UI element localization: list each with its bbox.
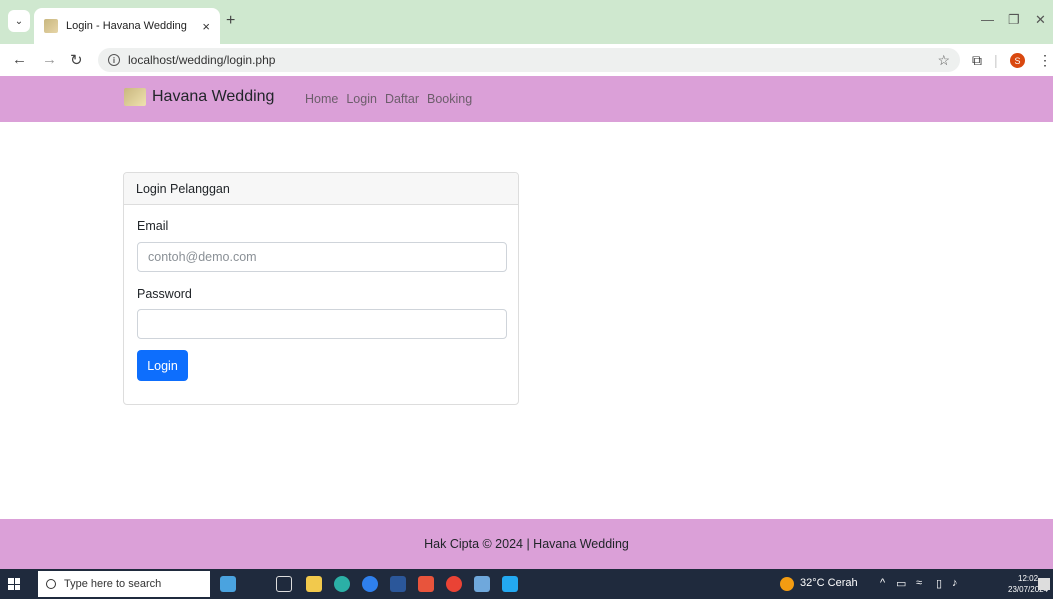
notification-icon[interactable] [1038, 578, 1050, 590]
app-icon[interactable] [474, 576, 490, 592]
nav-link-login[interactable]: Login [346, 92, 377, 106]
file-explorer-icon[interactable] [306, 576, 322, 592]
os-taskbar: Type here to search 32°C Cerah ^ ▭ ≈ ▯ ♪… [0, 569, 1053, 599]
tab-search-dropdown-icon[interactable]: ⌄ [8, 10, 30, 32]
taskbar-search[interactable]: Type here to search [38, 571, 210, 597]
address-bar[interactable]: i localhost/wedding/login.php ☆ [98, 48, 960, 72]
favicon-icon [44, 19, 58, 33]
site-info-icon[interactable]: i [108, 54, 120, 66]
restore-icon[interactable]: ❐ [1008, 12, 1020, 28]
email-label: Email [137, 219, 169, 233]
search-icon [46, 579, 56, 589]
browser-app-icon[interactable] [362, 576, 378, 592]
wifi-icon[interactable]: ≈ [916, 577, 922, 589]
back-icon[interactable]: ← [12, 51, 27, 68]
browser-tab[interactable]: Login - Havana Wedding × [34, 8, 220, 44]
tray-overflow-icon[interactable]: ^ [880, 577, 885, 589]
brand-logo-icon [124, 88, 146, 106]
edge-icon[interactable] [334, 576, 350, 592]
battery-icon[interactable]: ▯ [936, 577, 942, 590]
extensions-icon[interactable]: ⧉ [972, 52, 982, 69]
chrome-icon[interactable] [446, 576, 462, 592]
brand-name: Havana Wedding [152, 88, 275, 105]
word-icon[interactable] [390, 576, 406, 592]
tab-close-icon[interactable]: × [202, 19, 210, 34]
tab-title: Login - Havana Wedding [66, 20, 187, 32]
close-window-icon[interactable]: ✕ [1035, 12, 1046, 28]
password-label: Password [137, 287, 192, 301]
brand[interactable]: Havana Wedding [124, 88, 274, 106]
login-card: Login Pelanggan Email Password Login [123, 172, 519, 405]
windows-start-icon[interactable] [8, 578, 20, 590]
minimize-icon[interactable]: — [981, 12, 994, 27]
site-footer: Hak Cipta © 2024 | Havana Wedding [0, 519, 1053, 569]
nav-link-home[interactable]: Home [305, 92, 338, 106]
xampp-icon[interactable] [418, 576, 434, 592]
menu-icon[interactable]: ⋮ [1038, 52, 1052, 69]
weather-text[interactable]: 32°C Cerah [800, 577, 858, 589]
nav-link-daftar[interactable]: Daftar [385, 92, 419, 106]
url-text: localhost/wedding/login.php [128, 53, 276, 67]
password-field[interactable] [137, 309, 507, 339]
browser-toolbar: ← → ↻ i localhost/wedding/login.php ☆ ⧉ … [0, 44, 1053, 76]
login-button[interactable]: Login [137, 350, 188, 381]
search-placeholder: Type here to search [64, 578, 162, 590]
forward-icon[interactable]: → [42, 51, 57, 68]
email-field[interactable] [137, 242, 507, 272]
network-icon[interactable]: ▭ [896, 577, 906, 590]
site-navbar: Havana Wedding Home Login Daftar Booking [0, 76, 1053, 122]
browser-tab-bar: ⌄ Login - Havana Wedding × + — ❐ ✕ [0, 0, 1053, 44]
vscode-icon[interactable] [502, 576, 518, 592]
weather-icon[interactable] [780, 577, 794, 591]
volume-icon[interactable]: ♪ [952, 577, 958, 589]
footer-text: Hak Cipta © 2024 | Havana Wedding [424, 537, 629, 551]
nav-links: Home Login Daftar Booking [305, 92, 472, 106]
card-header: Login Pelanggan [124, 173, 518, 205]
profile-avatar[interactable]: S [1010, 53, 1025, 68]
task-view-icon[interactable] [276, 576, 292, 592]
toolbar-divider: | [994, 52, 998, 68]
nav-link-booking[interactable]: Booking [427, 92, 472, 106]
reload-icon[interactable]: ↻ [70, 51, 83, 69]
new-tab-icon[interactable]: + [226, 12, 235, 30]
bookmark-star-icon[interactable]: ☆ [937, 52, 950, 69]
search-highlight-icon[interactable] [220, 576, 236, 592]
